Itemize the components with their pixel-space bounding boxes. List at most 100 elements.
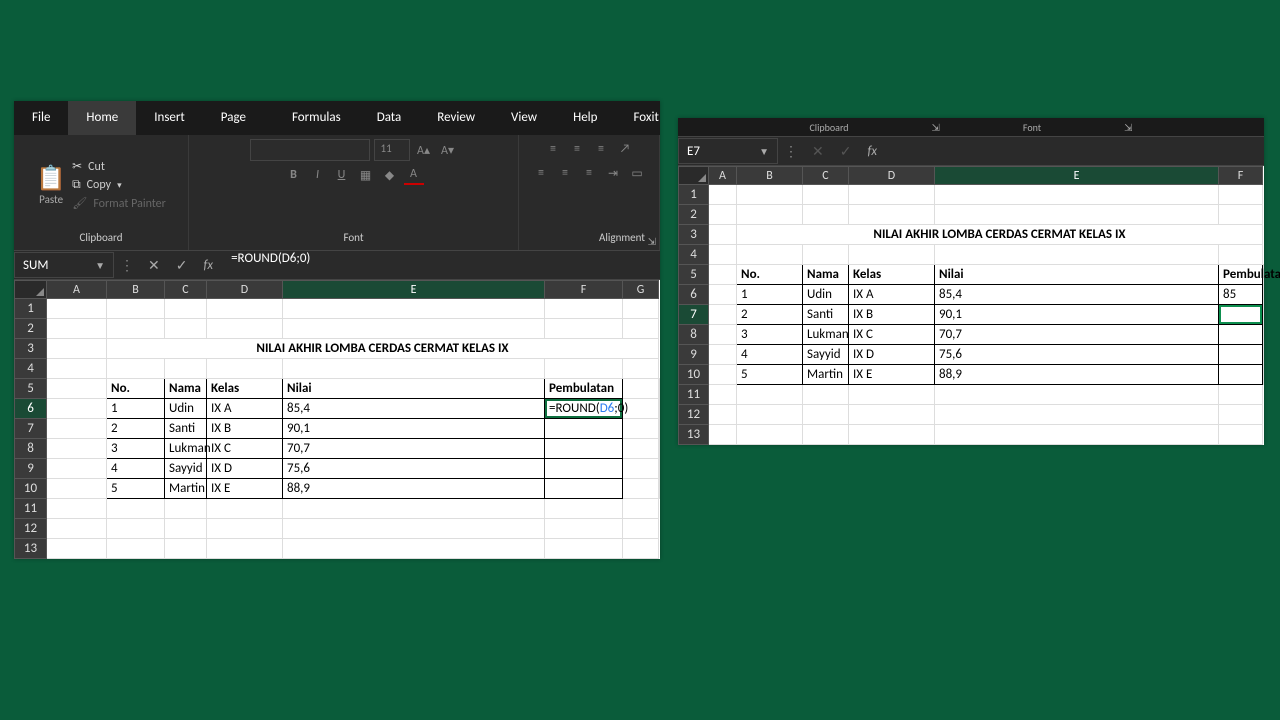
cell-pembulatan[interactable]	[545, 459, 623, 479]
cell[interactable]	[803, 185, 849, 205]
row-header[interactable]: 10	[679, 365, 709, 385]
column-header-e[interactable]: E	[935, 167, 1219, 185]
italic-button[interactable]: I	[308, 165, 328, 185]
underline-button[interactable]: U	[332, 165, 352, 185]
row-header[interactable]: 12	[15, 519, 47, 539]
row-header[interactable]: 7	[679, 305, 709, 325]
cell-nilai[interactable]: 88,9	[935, 365, 1219, 385]
tab-file[interactable]: File	[14, 101, 68, 135]
cell[interactable]	[935, 245, 1219, 265]
header-nilai[interactable]: Nilai	[283, 379, 545, 399]
border-button[interactable]: ▦	[356, 165, 376, 185]
cell[interactable]	[283, 519, 545, 539]
row-header[interactable]: 4	[15, 359, 47, 379]
cell[interactable]	[935, 385, 1219, 405]
cell-nilai[interactable]: 75,6	[283, 459, 545, 479]
cell[interactable]	[709, 405, 737, 425]
cell-pembulatan[interactable]: =ROUND(D6;0)	[545, 399, 623, 419]
title-cell[interactable]: NILAI AKHIR LOMBA CERDAS CERMAT KELAS IX	[107, 339, 659, 359]
cell-no[interactable]: 4	[737, 345, 803, 365]
decrease-font-icon[interactable]: A▾	[438, 140, 458, 160]
column-header-f[interactable]: F	[545, 281, 623, 299]
cell[interactable]	[1219, 185, 1263, 205]
increase-font-icon[interactable]: A▴	[414, 140, 434, 160]
cell-no[interactable]: 4	[107, 459, 165, 479]
cell-nilai[interactable]: 70,7	[283, 439, 545, 459]
cell[interactable]	[737, 245, 803, 265]
tab-data[interactable]: Data	[359, 101, 420, 135]
cell[interactable]	[165, 519, 207, 539]
cell-nilai[interactable]: 70,7	[935, 325, 1219, 345]
cell[interactable]	[283, 539, 545, 559]
cell[interactable]	[849, 205, 935, 225]
cell[interactable]	[545, 299, 623, 319]
launcher-icon[interactable]: ⇲	[932, 121, 940, 134]
cell[interactable]	[207, 319, 283, 339]
cell[interactable]	[803, 245, 849, 265]
row-header[interactable]: 10	[15, 479, 47, 499]
orientation-icon[interactable]: ↗	[615, 139, 635, 159]
column-header-d[interactable]: D	[207, 281, 283, 299]
cell[interactable]	[165, 359, 207, 379]
cell[interactable]	[47, 539, 107, 559]
cell[interactable]	[207, 519, 283, 539]
font-size-select[interactable]: 11	[374, 139, 410, 161]
cell-no[interactable]: 5	[737, 365, 803, 385]
column-header-b[interactable]: B	[737, 167, 803, 185]
cell[interactable]	[207, 359, 283, 379]
header-no[interactable]: No.	[737, 265, 803, 285]
cell[interactable]	[849, 405, 935, 425]
cell[interactable]	[935, 205, 1219, 225]
cell-nama[interactable]: Sayyid	[803, 345, 849, 365]
cell[interactable]	[709, 245, 737, 265]
cell-nilai[interactable]: 90,1	[935, 305, 1219, 325]
tab-review[interactable]: Review	[419, 101, 493, 135]
row-header[interactable]: 13	[679, 425, 709, 445]
cell[interactable]	[1219, 205, 1263, 225]
tab-help[interactable]: Help	[555, 101, 615, 135]
header-nama[interactable]: Nama	[165, 379, 207, 399]
bold-button[interactable]: B	[284, 165, 304, 185]
cell[interactable]	[1219, 245, 1263, 265]
cell[interactable]	[737, 205, 803, 225]
cell-nilai[interactable]: 85,4	[283, 399, 545, 419]
header-pembulatan[interactable]: Pembulatan	[1219, 265, 1263, 285]
cell-nilai[interactable]: 75,6	[935, 345, 1219, 365]
row-header[interactable]: 2	[679, 205, 709, 225]
cell[interactable]	[283, 359, 545, 379]
cell[interactable]	[107, 519, 165, 539]
cell[interactable]	[545, 359, 623, 379]
cell[interactable]	[47, 299, 107, 319]
cell[interactable]	[165, 499, 207, 519]
cell-pembulatan[interactable]	[1219, 325, 1263, 345]
cancel-formula-button[interactable]: ✕	[140, 257, 168, 274]
row-header[interactable]: 1	[15, 299, 47, 319]
cell-no[interactable]: 2	[737, 305, 803, 325]
cell[interactable]	[803, 425, 849, 445]
cell[interactable]	[935, 185, 1219, 205]
row-header[interactable]: 7	[15, 419, 47, 439]
cell[interactable]	[47, 519, 107, 539]
cell-pembulatan[interactable]	[1219, 305, 1263, 325]
cell[interactable]	[207, 299, 283, 319]
cell[interactable]	[709, 425, 737, 445]
cell-pembulatan[interactable]	[1219, 345, 1263, 365]
row-header[interactable]: 8	[15, 439, 47, 459]
cell-kelas[interactable]: IX B	[207, 419, 283, 439]
cell[interactable]	[165, 539, 207, 559]
row-header[interactable]: 9	[15, 459, 47, 479]
fx-icon[interactable]: fx	[859, 144, 885, 159]
align-center-icon[interactable]: ≡	[555, 163, 575, 183]
cell[interactable]	[107, 539, 165, 559]
cell-kelas[interactable]: IX E	[849, 365, 935, 385]
cell[interactable]	[165, 319, 207, 339]
cell-kelas[interactable]: IX B	[849, 305, 935, 325]
row-header[interactable]: 9	[679, 345, 709, 365]
cell[interactable]	[623, 299, 659, 319]
cell[interactable]	[623, 319, 659, 339]
row-header[interactable]: 3	[679, 225, 709, 245]
cell[interactable]	[545, 519, 623, 539]
cell-no[interactable]: 1	[107, 399, 165, 419]
cell[interactable]	[849, 185, 935, 205]
cell-nilai[interactable]: 90,1	[283, 419, 545, 439]
